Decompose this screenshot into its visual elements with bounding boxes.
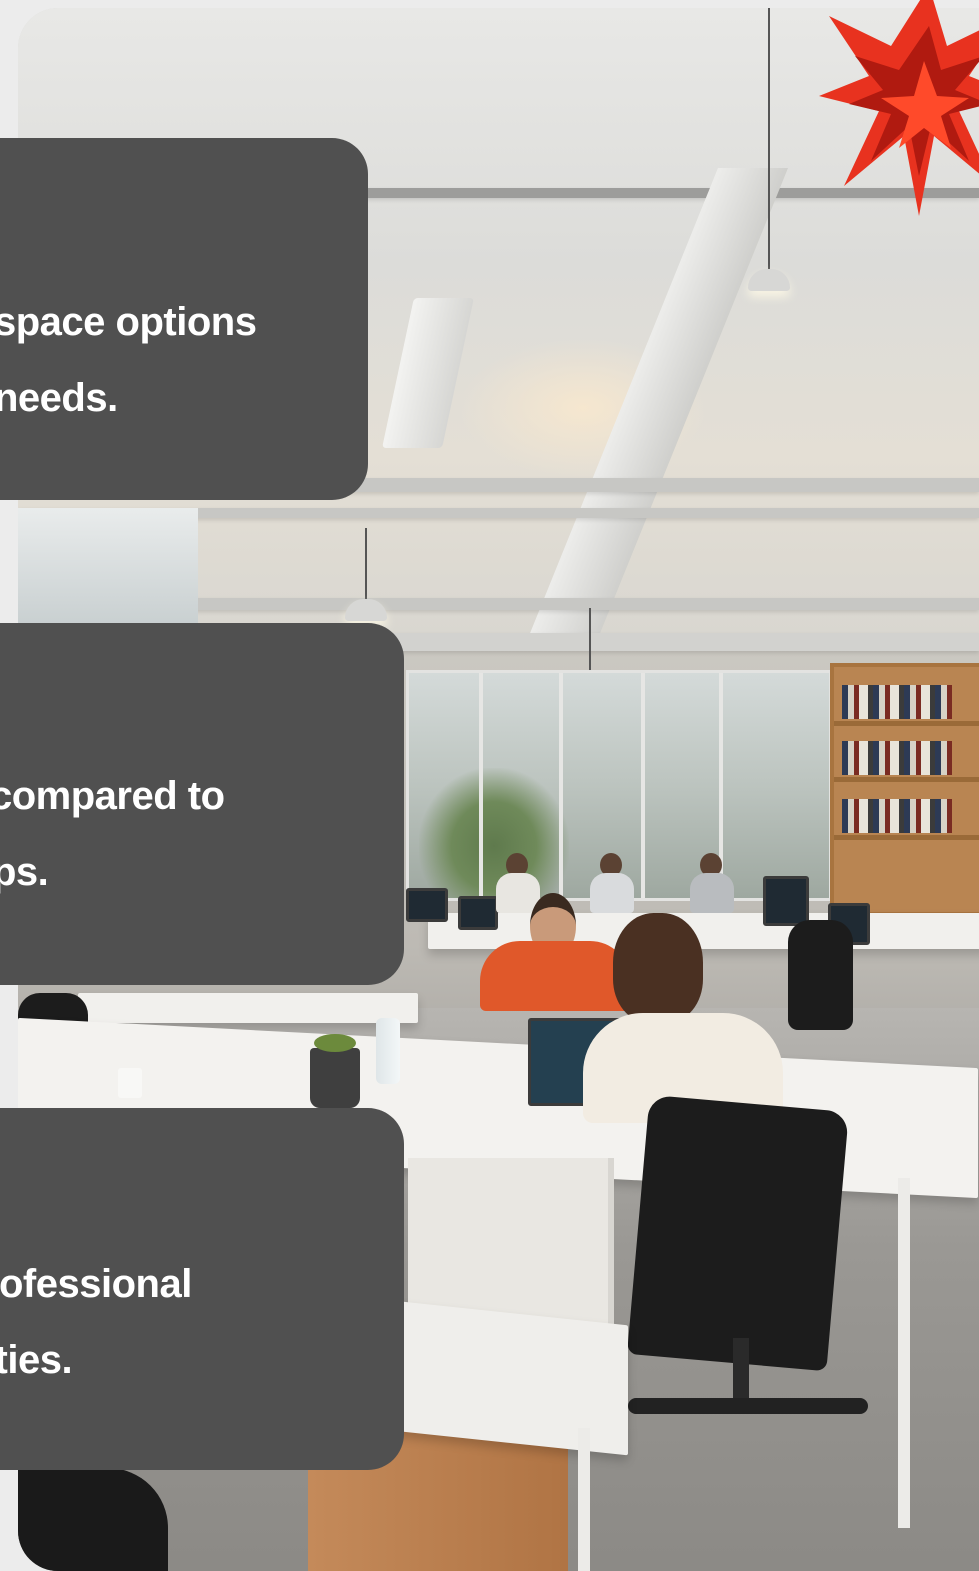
window-mullion [479, 673, 483, 898]
office-chair [627, 1094, 849, 1372]
monitor [458, 896, 498, 930]
books [842, 799, 952, 833]
window-mullion [641, 673, 645, 898]
mug [118, 1068, 142, 1098]
desk [78, 993, 418, 1023]
monitor [406, 888, 448, 922]
books [842, 741, 952, 775]
left-windows [18, 508, 198, 628]
feature-card-2-line-2: ps. [0, 850, 49, 894]
page: space options needs. compared to ps. pro… [0, 0, 979, 1571]
shelf [834, 835, 979, 840]
feature-card-1-line-1: space options [0, 300, 257, 344]
pendant-lamp [748, 8, 790, 291]
shelf [834, 721, 979, 726]
feature-card-2-line-1: compared to [0, 774, 225, 818]
tree-outside [419, 768, 569, 898]
monitor [763, 876, 809, 926]
feature-card-1-line-2: needs. [0, 376, 118, 420]
books [842, 685, 952, 719]
feature-card-1: space options needs. [0, 138, 368, 500]
chair-base [628, 1398, 868, 1414]
shelf [834, 777, 979, 782]
potted-plant [310, 1034, 360, 1108]
red-star-burst-icon [819, 0, 979, 216]
feature-card-3: professional nities. [0, 1108, 404, 1470]
feature-card-3-line-1: professional [0, 1262, 192, 1306]
bookshelf [830, 663, 979, 916]
office-chair [788, 920, 853, 1030]
desk-leg [898, 1178, 910, 1528]
window-mullion [559, 673, 563, 898]
shadow-corner [18, 1468, 168, 1571]
pendant-lamp [345, 528, 387, 621]
water-bottle [376, 1018, 400, 1084]
feature-card-2: compared to ps. [0, 623, 404, 985]
desk-leg [578, 1428, 590, 1571]
feature-card-3-line-2: nities. [0, 1338, 73, 1382]
